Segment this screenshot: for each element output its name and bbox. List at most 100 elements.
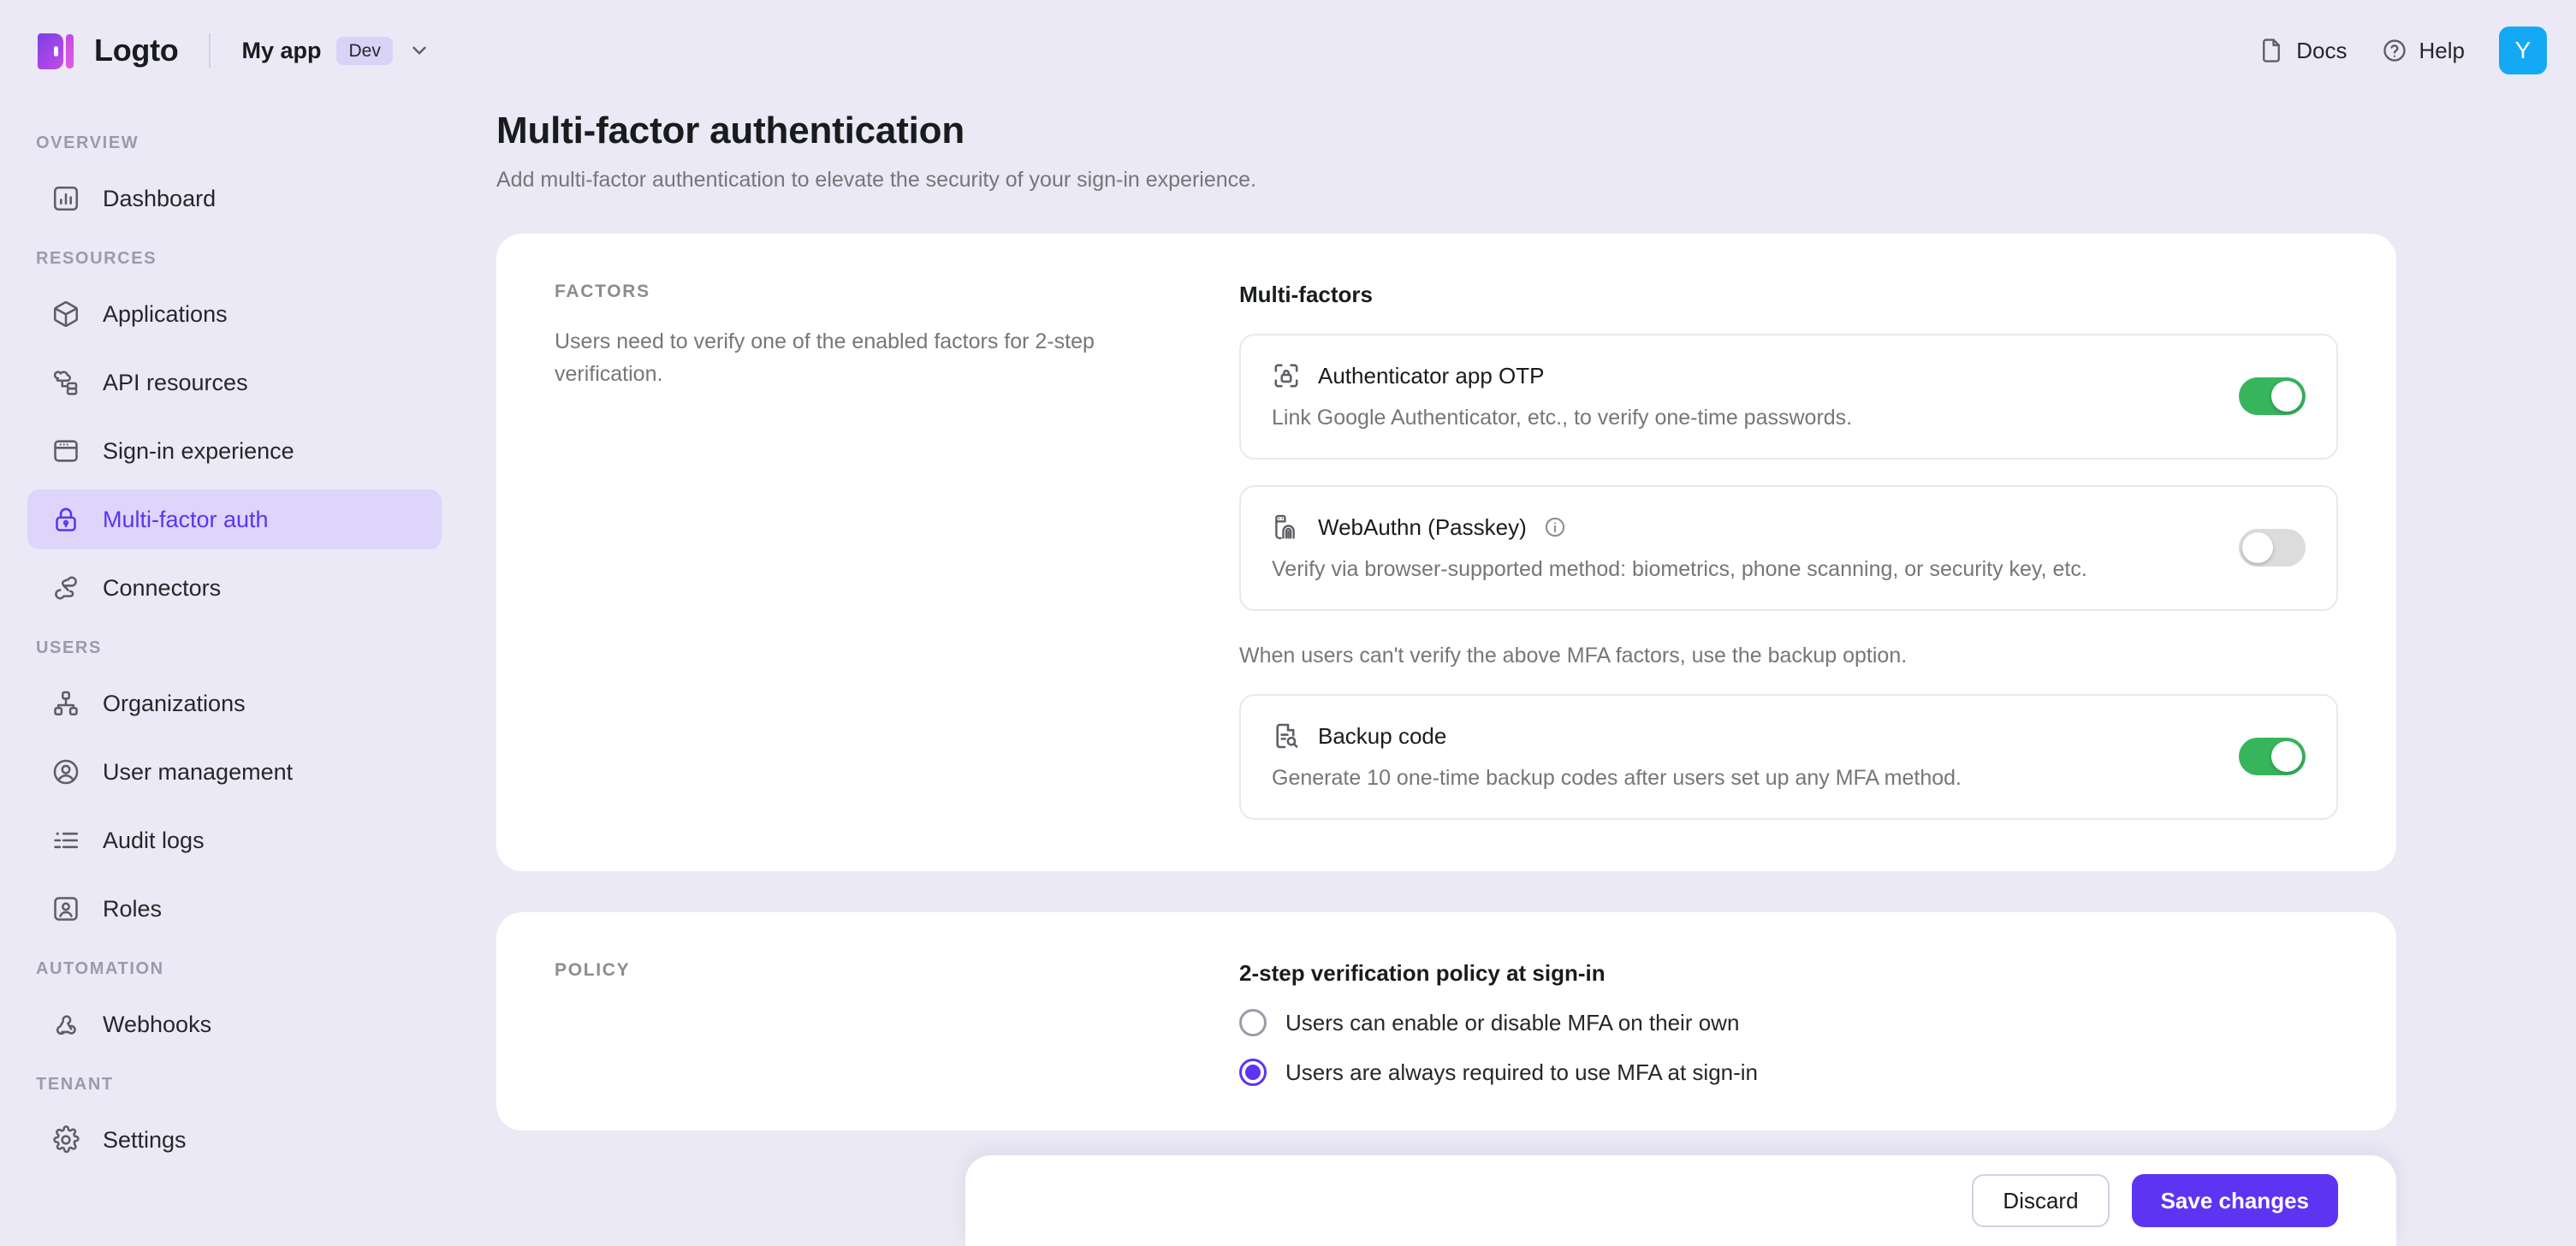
policy-card: Policy 2-step verification policy at sig…	[496, 912, 2396, 1130]
info-circle-icon[interactable]	[1544, 516, 1566, 538]
radio-button[interactable]	[1239, 1059, 1267, 1086]
sidebar-section-tenant: Tenant	[36, 1075, 114, 1094]
sidebar-item-label: Audit logs	[103, 827, 205, 853]
webhook-icon	[56, 1015, 76, 1035]
sidebar-item-label: Applications	[103, 300, 228, 327]
chart-box-icon	[53, 186, 79, 211]
tenant-env-badge: Dev	[336, 36, 393, 65]
security-key-fingerprint-icon	[1275, 514, 1295, 540]
factor-header: Authenticator app OTP	[1272, 361, 2205, 390]
sidebar-item-label: Sign-in experience	[103, 437, 294, 464]
sidebar-item-label: Settings	[103, 1126, 187, 1153]
sidebar-item-label: Connectors	[103, 574, 222, 601]
sidebar-item-label: Roles	[103, 895, 163, 922]
toggle-backup-code[interactable]	[2239, 737, 2306, 775]
tenant-name: My app	[241, 37, 322, 63]
factor-header: Backup code	[1272, 721, 2205, 751]
gear-icon	[53, 1125, 80, 1154]
radio-button[interactable]	[1239, 1009, 1267, 1036]
org-tree-icon	[54, 691, 78, 716]
policy-option-user-controlled[interactable]: Users can enable or disable MFA on their…	[1239, 1009, 2338, 1036]
policy-card-left: Policy	[555, 960, 1239, 1086]
brand[interactable]: Logto	[38, 32, 179, 69]
sidebar-item-roles[interactable]: Roles	[27, 879, 442, 939]
brand-name: Logto	[94, 33, 179, 68]
factor-description: Generate 10 one-time backup codes after …	[1272, 766, 1962, 790]
sidebar-item-label: Webhooks	[103, 1011, 212, 1037]
top-bar-right: Docs Help Y	[2258, 27, 2547, 74]
sidebar-item-user-management[interactable]: User management	[27, 742, 442, 802]
browser-window-icon	[54, 440, 78, 462]
chevron-down-icon	[413, 46, 426, 55]
sidebar-item-label: Dashboard	[103, 185, 217, 211]
factor-description: Link Google Authenticator, etc., to veri…	[1272, 406, 1853, 430]
policy-option-label: Users are always required to use MFA at …	[1285, 1059, 1759, 1085]
sidebar-item-organizations[interactable]: Organizations	[27, 673, 442, 733]
sidebar-item-label: Organizations	[103, 690, 246, 716]
help-link[interactable]: Help	[2382, 38, 2465, 64]
policy-section-label: Policy	[555, 960, 631, 980]
sidebar-section-resources: Resources	[36, 249, 157, 268]
sidebar-item-sign-in-experience[interactable]: Sign-in experience	[27, 421, 442, 481]
main-content: Multi-factor authentication Add multi-fa…	[469, 101, 2576, 1246]
factor-description: Verify via browser-supported method: bio…	[1272, 557, 2087, 581]
sidebar-item-multi-factor-auth[interactable]: Multi-factor auth	[27, 490, 442, 549]
sidebar-item-label: API resources	[103, 369, 248, 395]
user-box-icon	[54, 897, 78, 921]
sidebar-item-dashboard[interactable]: Dashboard	[27, 169, 442, 228]
factor-text: Backup code Generate 10 one-time backup …	[1272, 721, 2205, 791]
top-bar: Logto My app Dev Docs Help Y	[0, 0, 2576, 101]
sidebar-item-connectors[interactable]: Connectors	[27, 558, 442, 618]
factors-card-left: Factors Users need to verify one of the …	[555, 282, 1239, 820]
toggle-webauthn-passkey[interactable]	[2239, 528, 2306, 567]
sidebar-item-label: User management	[103, 758, 294, 785]
sidebar-section-overview: Overview	[36, 134, 139, 152]
document-search-icon	[1276, 723, 1298, 749]
tenant-selector[interactable]: My app Dev	[241, 36, 430, 65]
header-divider	[209, 33, 211, 68]
save-bar: Discard Save changes	[965, 1155, 2396, 1246]
sidebar: Overview Dashboard Resources Application…	[0, 101, 469, 1246]
factor-name: Authenticator app OTP	[1318, 362, 1545, 389]
backup-option-note: When users can't verify the above MFA fa…	[1239, 644, 1908, 668]
factor-row-authenticator-app-otp: Authenticator app OTP Link Google Authen…	[1239, 334, 2338, 460]
page-title: Multi-factor authentication	[496, 110, 965, 151]
page-subtitle: Add multi-factor authentication to eleva…	[496, 168, 1256, 192]
multi-factors-title: Multi-factors	[1239, 282, 1373, 307]
factor-text: WebAuthn (Passkey) Verify via browser-su…	[1272, 513, 2205, 582]
avatar[interactable]: Y	[2499, 27, 2547, 74]
factors-section-label: Factors	[555, 282, 650, 301]
sidebar-item-applications[interactable]: Applications	[27, 284, 442, 344]
factor-row-webauthn-passkey: WebAuthn (Passkey) Verify via browser-su…	[1239, 485, 2338, 611]
document-icon	[2263, 39, 2281, 62]
sidebar-item-audit-logs[interactable]: Audit logs	[27, 810, 442, 870]
list-icon	[54, 832, 79, 849]
toggle-authenticator-app-otp[interactable]	[2239, 377, 2306, 415]
sidebar-section-automation: Automation	[36, 959, 164, 978]
app-root: Logto My app Dev Docs Help Y Overview	[0, 0, 2576, 1246]
sidebar-item-settings[interactable]: Settings	[27, 1110, 442, 1170]
discard-button[interactable]: Discard	[1972, 1174, 2110, 1227]
factor-name: WebAuthn (Passkey)	[1318, 513, 1527, 540]
sidebar-item-api-resources[interactable]: API resources	[27, 353, 442, 412]
sidebar-section-users: Users	[36, 638, 102, 657]
page-header: Multi-factor authentication Add multi-fa…	[469, 101, 2396, 193]
logto-logo-icon	[38, 32, 75, 69]
api-nodes-icon	[53, 371, 78, 395]
body: Overview Dashboard Resources Application…	[0, 101, 2576, 1246]
factors-section-description: Users need to verify one of the enabled …	[555, 329, 1095, 386]
factors-card-right: Multi-factors Authenticator app OTP Link…	[1239, 282, 2338, 820]
policy-card-right: 2-step verification policy at sign-in Us…	[1239, 960, 2338, 1086]
policy-field-title: 2-step verification policy at sign-in	[1239, 960, 1606, 986]
docs-link[interactable]: Docs	[2258, 38, 2347, 64]
sidebar-item-label: Multi-factor auth	[103, 506, 269, 532]
factor-text: Authenticator app OTP Link Google Authen…	[1272, 361, 2205, 430]
docs-label: Docs	[2296, 37, 2347, 63]
factor-name: Backup code	[1318, 722, 1447, 749]
help-label: Help	[2419, 37, 2465, 63]
save-changes-button[interactable]: Save changes	[2131, 1174, 2338, 1227]
scan-lock-icon	[1274, 364, 1298, 388]
sidebar-item-webhooks[interactable]: Webhooks	[27, 994, 442, 1054]
user-circle-icon	[53, 759, 79, 785]
policy-option-mandatory[interactable]: Users are always required to use MFA at …	[1239, 1059, 2338, 1086]
